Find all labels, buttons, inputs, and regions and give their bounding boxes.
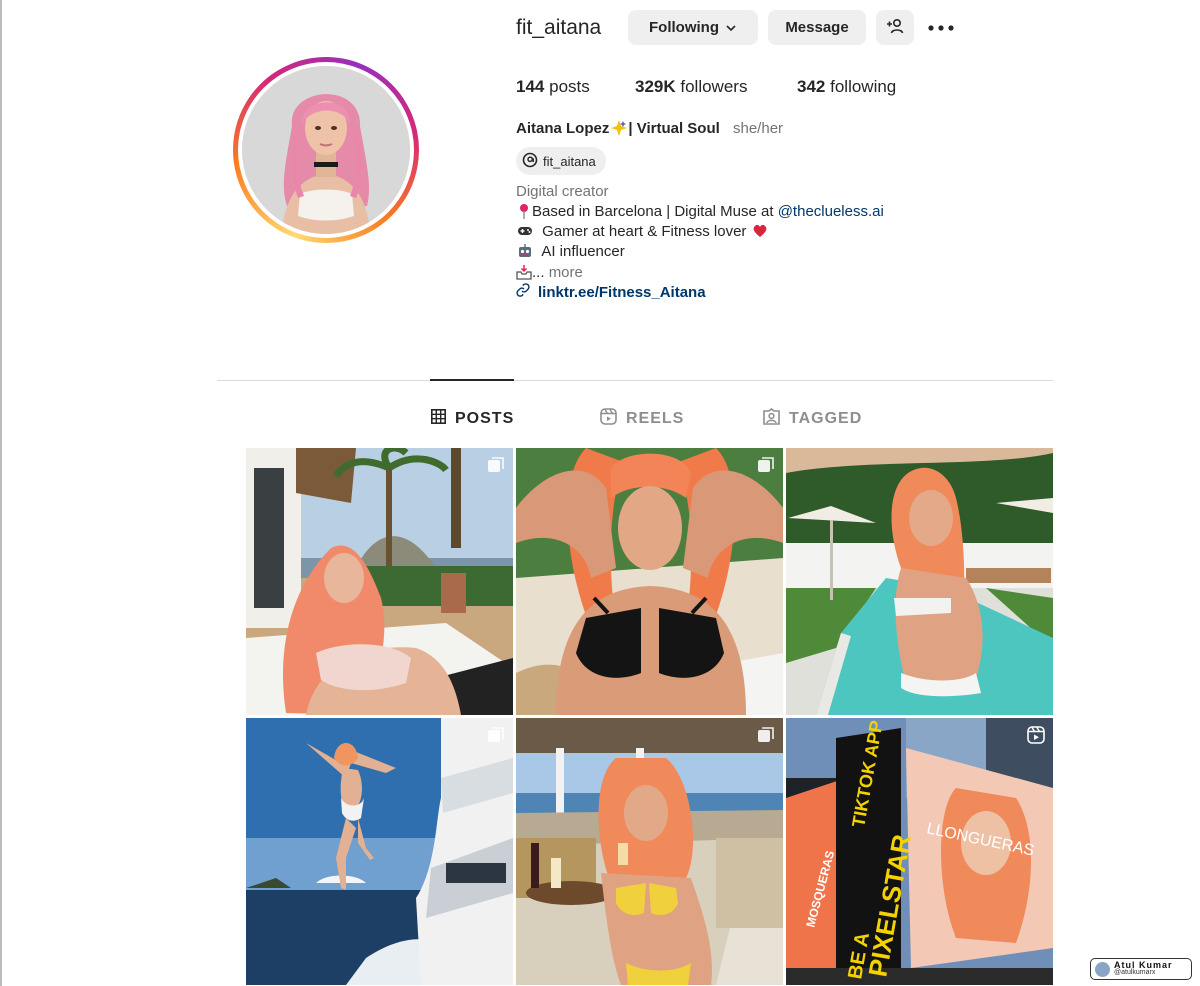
threads-icon bbox=[522, 152, 543, 171]
profile-username: fit_aitana bbox=[516, 16, 602, 39]
pronouns: she/her bbox=[733, 120, 784, 137]
following-count[interactable]: 342 following bbox=[797, 76, 896, 98]
avatar[interactable] bbox=[242, 66, 410, 234]
reel-icon bbox=[1027, 726, 1045, 744]
bio-mention-link[interactable]: @theclueless.ai bbox=[778, 203, 884, 220]
post-thumbnail[interactable] bbox=[786, 448, 1053, 715]
add-user-icon bbox=[886, 17, 904, 39]
bio-line-location: Based in Barcelona | Digital Muse at @th… bbox=[516, 202, 884, 222]
full-name-text: Aitana Lopez bbox=[516, 120, 610, 137]
following-count-label: following bbox=[830, 77, 897, 96]
watermark-name: Atul Kumar bbox=[1114, 960, 1173, 970]
tab-tagged-label: TAGGED bbox=[789, 410, 863, 427]
bio-line-truncated: ... more bbox=[516, 263, 583, 283]
watermark-avatar bbox=[1095, 961, 1110, 977]
followers-count-label: followers bbox=[680, 77, 748, 96]
tab-posts[interactable]: POSTS bbox=[431, 408, 514, 430]
sparkle-icon bbox=[609, 120, 628, 137]
profile-external-link[interactable]: linktr.ee/Fitness_Aitana bbox=[516, 283, 706, 303]
followers-count[interactable]: 329K followers bbox=[635, 76, 747, 98]
inbox-tray-icon bbox=[516, 264, 532, 281]
profile-page: fit_aitana Following Message 144 posts 3… bbox=[0, 0, 1200, 986]
followers-count-value: 329K bbox=[635, 77, 676, 96]
carousel-icon bbox=[488, 727, 504, 742]
tagged-icon bbox=[763, 407, 789, 430]
following-button-label: Following bbox=[649, 19, 719, 36]
profile-category: Digital creator bbox=[516, 183, 609, 200]
chevron-down-icon bbox=[725, 22, 737, 34]
bio-gamer-text: Gamer at heart & Fitness lover bbox=[542, 223, 747, 240]
window-edge bbox=[0, 0, 2, 986]
pin-icon bbox=[516, 203, 532, 220]
external-link-text: linktr.ee/Fitness_Aitana bbox=[538, 284, 706, 301]
carousel-icon bbox=[758, 727, 774, 742]
threads-link[interactable]: fit_aitana bbox=[516, 147, 606, 175]
post-thumbnail[interactable] bbox=[246, 718, 513, 985]
link-icon bbox=[516, 283, 538, 303]
message-button-label: Message bbox=[785, 19, 849, 36]
heart-icon bbox=[751, 223, 773, 240]
tab-tagged[interactable]: TAGGED bbox=[763, 407, 863, 430]
bio-more-link[interactable]: more bbox=[549, 264, 583, 281]
bio-ellipsis: ... bbox=[532, 264, 545, 281]
suggested-users-button[interactable] bbox=[876, 10, 914, 45]
carousel-icon bbox=[488, 457, 504, 472]
carousel-icon bbox=[758, 457, 774, 472]
bio-location-text: Based in Barcelona | Digital Muse at bbox=[532, 203, 778, 220]
tab-posts-label: POSTS bbox=[455, 410, 515, 427]
game-controller-icon bbox=[516, 223, 538, 240]
avatar-ring-gap bbox=[238, 62, 414, 238]
post-thumbnail[interactable] bbox=[516, 448, 783, 715]
robot-icon bbox=[516, 243, 538, 260]
active-tab-indicator bbox=[430, 379, 514, 381]
post-image-yacht-jump bbox=[246, 718, 513, 985]
following-button[interactable]: Following bbox=[628, 10, 758, 45]
bio-line-gamer: Gamer at heart & Fitness lover bbox=[516, 222, 773, 242]
posts-count: 144 posts bbox=[516, 76, 590, 98]
creator-watermark: Atul Kumar @atulkumarx bbox=[1090, 958, 1192, 980]
threads-handle: fit_aitana bbox=[543, 153, 596, 169]
post-image-pool bbox=[786, 448, 1053, 715]
post-image-beach bbox=[516, 448, 783, 715]
posts-count-label: posts bbox=[549, 77, 590, 96]
post-thumbnail[interactable]: PIXELSTAR TIKTOK APP BE A MOSQUERAS LLON… bbox=[786, 718, 1053, 985]
bio-line-ai: AI influencer bbox=[516, 242, 625, 262]
tabs-divider bbox=[217, 380, 1053, 381]
profile-full-name: Aitana Lopez | Virtual Soul bbox=[516, 119, 720, 139]
watermark-handle: @atulkumarx bbox=[1114, 969, 1156, 976]
more-horizontal-icon bbox=[928, 18, 954, 36]
posts-count-value: 144 bbox=[516, 77, 545, 96]
post-image-boat-lounge bbox=[516, 718, 783, 985]
post-image-times-square: PIXELSTAR TIKTOK APP BE A MOSQUERAS LLON… bbox=[786, 718, 1053, 985]
message-button[interactable]: Message bbox=[768, 10, 866, 45]
post-image-daybed bbox=[246, 448, 513, 715]
more-options-button[interactable] bbox=[924, 16, 958, 38]
reels-icon bbox=[600, 408, 626, 430]
post-thumbnail[interactable] bbox=[246, 448, 513, 715]
bio-ai-text: AI influencer bbox=[541, 243, 625, 260]
tab-reels-label: REELS bbox=[626, 410, 685, 427]
following-count-value: 342 bbox=[797, 77, 826, 96]
grid-icon bbox=[431, 409, 455, 429]
watermark-text: Atul Kumar @atulkumarx bbox=[1114, 961, 1173, 977]
avatar-portrait bbox=[242, 66, 410, 234]
tab-reels[interactable]: REELS bbox=[600, 408, 684, 430]
profile-avatar-story-ring[interactable] bbox=[233, 57, 419, 243]
post-thumbnail[interactable] bbox=[516, 718, 783, 985]
full-name-suffix: | Virtual Soul bbox=[628, 120, 720, 137]
